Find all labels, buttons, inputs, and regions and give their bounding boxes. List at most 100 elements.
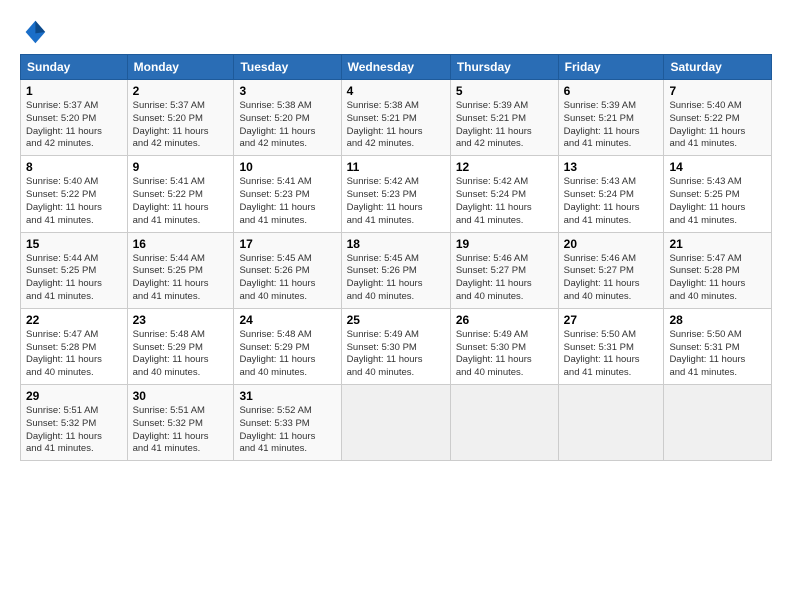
calendar-cell: 31 Sunrise: 5:52 AMSunset: 5:33 PMDayligh… [234,385,341,461]
day-number: 28 [669,313,766,327]
day-number: 24 [239,313,335,327]
calendar-header-row: SundayMondayTuesdayWednesdayThursdayFrid… [21,55,772,80]
calendar-cell: 16 Sunrise: 5:44 AMSunset: 5:25 PMDayligh… [127,232,234,308]
calendar-cell: 13 Sunrise: 5:43 AMSunset: 5:24 PMDayligh… [558,156,664,232]
day-info: Sunrise: 5:38 AMSunset: 5:21 PMDaylight:… [347,100,445,151]
calendar-cell [558,385,664,461]
calendar-cell: 17Sunrise: 5:45 AMSunset: 5:26 PMDayligh… [234,232,341,308]
day-info: Sunrise: 5:44 AMSunset: 5:25 PMDaylight:… [26,253,122,304]
calendar-cell: 6 Sunrise: 5:39 AMSunset: 5:21 PMDaylight… [558,80,664,156]
calendar-week-row: 8 Sunrise: 5:40 AMSunset: 5:22 PMDaylight… [21,156,772,232]
day-info: Sunrise: 5:40 AMSunset: 5:22 PMDaylight:… [669,100,766,151]
day-info: Sunrise: 5:46 AMSunset: 5:27 PMDaylight:… [456,253,553,304]
day-number: 31 [239,389,335,403]
column-header-tuesday: Tuesday [234,55,341,80]
calendar-cell: 11 Sunrise: 5:42 AMSunset: 5:23 PMDayligh… [341,156,450,232]
day-info: Sunrise: 5:51 AMSunset: 5:32 PMDaylight:… [133,405,229,456]
day-number: 23 [133,313,229,327]
day-number: 7 [669,84,766,98]
logo [20,18,52,46]
calendar-cell: 1 Sunrise: 5:37 AMSunset: 5:20 PMDaylight… [21,80,128,156]
calendar-cell [450,385,558,461]
day-number: 14 [669,160,766,174]
day-number: 2 [133,84,229,98]
day-info: Sunrise: 5:49 AMSunset: 5:30 PMDaylight:… [347,329,445,380]
day-number: 11 [347,160,445,174]
day-info: Sunrise: 5:47 AMSunset: 5:28 PMDaylight:… [26,329,122,380]
calendar-cell: 18 Sunrise: 5:45 AMSunset: 5:26 PMDayligh… [341,232,450,308]
day-info: Sunrise: 5:45 AMSunset: 5:26 PMDaylight:… [347,253,445,304]
calendar-cell: 30 Sunrise: 5:51 AMSunset: 5:32 PMDayligh… [127,385,234,461]
calendar-cell: 26Sunrise: 5:49 AMSunset: 5:30 PMDayligh… [450,308,558,384]
calendar-cell: 15 Sunrise: 5:44 AMSunset: 5:25 PMDayligh… [21,232,128,308]
day-info: Sunrise: 5:50 AMSunset: 5:31 PMDaylight:… [669,329,766,380]
day-info: Sunrise: 5:49 AMSunset: 5:30 PMDaylight:… [456,329,553,380]
calendar-cell: 23 Sunrise: 5:48 AMSunset: 5:29 PMDayligh… [127,308,234,384]
column-header-thursday: Thursday [450,55,558,80]
day-number: 20 [564,237,659,251]
calendar-cell: 5Sunrise: 5:39 AMSunset: 5:21 PMDaylight… [450,80,558,156]
calendar-week-row: 1 Sunrise: 5:37 AMSunset: 5:20 PMDaylight… [21,80,772,156]
day-info: Sunrise: 5:37 AMSunset: 5:20 PMDaylight:… [133,100,229,151]
day-info: Sunrise: 5:50 AMSunset: 5:31 PMDaylight:… [564,329,659,380]
calendar-cell: 29 Sunrise: 5:51 AMSunset: 5:32 PMDayligh… [21,385,128,461]
day-info: Sunrise: 5:43 AMSunset: 5:24 PMDaylight:… [564,176,659,227]
calendar-cell: 25 Sunrise: 5:49 AMSunset: 5:30 PMDayligh… [341,308,450,384]
day-info: Sunrise: 5:42 AMSunset: 5:23 PMDaylight:… [347,176,445,227]
column-header-saturday: Saturday [664,55,772,80]
day-number: 6 [564,84,659,98]
day-info: Sunrise: 5:44 AMSunset: 5:25 PMDaylight:… [133,253,229,304]
day-info: Sunrise: 5:41 AMSunset: 5:23 PMDaylight:… [239,176,335,227]
day-number: 1 [26,84,122,98]
day-number: 9 [133,160,229,174]
day-number: 22 [26,313,122,327]
calendar-cell [664,385,772,461]
column-header-sunday: Sunday [21,55,128,80]
calendar-cell: 20 Sunrise: 5:46 AMSunset: 5:27 PMDayligh… [558,232,664,308]
day-info: Sunrise: 5:47 AMSunset: 5:28 PMDaylight:… [669,253,766,304]
day-info: Sunrise: 5:48 AMSunset: 5:29 PMDaylight:… [239,329,335,380]
column-header-wednesday: Wednesday [341,55,450,80]
logo-icon [20,18,48,46]
day-info: Sunrise: 5:42 AMSunset: 5:24 PMDaylight:… [456,176,553,227]
calendar-cell: 12Sunrise: 5:42 AMSunset: 5:24 PMDayligh… [450,156,558,232]
column-header-friday: Friday [558,55,664,80]
day-number: 25 [347,313,445,327]
day-number: 8 [26,160,122,174]
page: SundayMondayTuesdayWednesdayThursdayFrid… [0,0,792,471]
calendar-week-row: 22 Sunrise: 5:47 AMSunset: 5:28 PMDayligh… [21,308,772,384]
day-info: Sunrise: 5:40 AMSunset: 5:22 PMDaylight:… [26,176,122,227]
day-number: 19 [456,237,553,251]
calendar-cell: 19 Sunrise: 5:46 AMSunset: 5:27 PMDayligh… [450,232,558,308]
calendar-cell: 4Sunrise: 5:38 AMSunset: 5:21 PMDaylight… [341,80,450,156]
calendar-cell: 22 Sunrise: 5:47 AMSunset: 5:28 PMDayligh… [21,308,128,384]
calendar-cell: 21 Sunrise: 5:47 AMSunset: 5:28 PMDayligh… [664,232,772,308]
calendar-cell: 27Sunrise: 5:50 AMSunset: 5:31 PMDayligh… [558,308,664,384]
day-info: Sunrise: 5:51 AMSunset: 5:32 PMDaylight:… [26,405,122,456]
day-info: Sunrise: 5:37 AMSunset: 5:20 PMDaylight:… [26,100,122,151]
calendar-cell: 7 Sunrise: 5:40 AMSunset: 5:22 PMDaylight… [664,80,772,156]
header [20,18,772,46]
calendar-cell: 24 Sunrise: 5:48 AMSunset: 5:29 PMDayligh… [234,308,341,384]
day-number: 29 [26,389,122,403]
calendar-cell: 10Sunrise: 5:41 AMSunset: 5:23 PMDayligh… [234,156,341,232]
day-info: Sunrise: 5:45 AMSunset: 5:26 PMDaylight:… [239,253,335,304]
day-info: Sunrise: 5:38 AMSunset: 5:20 PMDaylight:… [239,100,335,151]
day-number: 21 [669,237,766,251]
column-header-monday: Monday [127,55,234,80]
calendar-cell: 3 Sunrise: 5:38 AMSunset: 5:20 PMDaylight… [234,80,341,156]
day-info: Sunrise: 5:48 AMSunset: 5:29 PMDaylight:… [133,329,229,380]
day-number: 3 [239,84,335,98]
day-info: Sunrise: 5:52 AMSunset: 5:33 PMDaylight:… [239,405,335,456]
day-number: 13 [564,160,659,174]
day-number: 16 [133,237,229,251]
calendar-cell: 14Sunrise: 5:43 AMSunset: 5:25 PMDayligh… [664,156,772,232]
day-info: Sunrise: 5:39 AMSunset: 5:21 PMDaylight:… [564,100,659,151]
calendar-cell: 8 Sunrise: 5:40 AMSunset: 5:22 PMDaylight… [21,156,128,232]
calendar-week-row: 15 Sunrise: 5:44 AMSunset: 5:25 PMDayligh… [21,232,772,308]
day-number: 15 [26,237,122,251]
day-info: Sunrise: 5:46 AMSunset: 5:27 PMDaylight:… [564,253,659,304]
day-number: 5 [456,84,553,98]
day-number: 18 [347,237,445,251]
day-number: 30 [133,389,229,403]
